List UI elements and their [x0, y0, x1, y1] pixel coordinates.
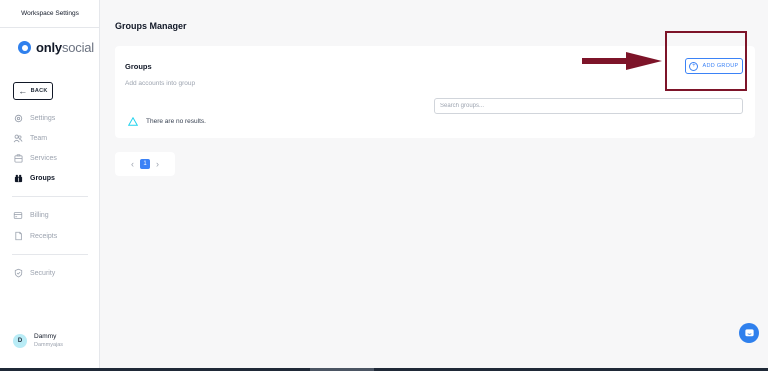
annotation-highlight-box — [665, 31, 747, 91]
back-button[interactable]: ← BACK — [13, 82, 53, 100]
services-icon — [13, 153, 23, 163]
next-page-button[interactable]: › — [156, 159, 159, 169]
sidebar: Workspace Settings onlysocial ← BACK Set… — [0, 0, 100, 371]
avatar: D — [13, 334, 27, 348]
groups-icon — [13, 173, 23, 183]
receipt-icon — [13, 231, 23, 241]
sidebar-item-settings[interactable]: Settings — [13, 111, 55, 125]
billing-icon — [13, 210, 23, 220]
card-title: Groups — [125, 62, 152, 71]
sidebar-item-label: Receipts — [30, 232, 58, 240]
sidebar-divider — [12, 254, 88, 255]
sidebar-item-billing[interactable]: Billing — [13, 208, 49, 222]
annotation-arrow-icon — [582, 52, 662, 70]
search-groups-input[interactable] — [434, 98, 743, 114]
chat-support-button[interactable] — [739, 323, 759, 343]
pagination: ‹ 1 › — [115, 152, 175, 176]
sidebar-item-label: Services — [30, 154, 57, 162]
workspace-settings-title: Workspace Settings — [0, 0, 100, 28]
logo-text-strong: only — [36, 40, 62, 55]
prev-page-button[interactable]: ‹ — [131, 159, 134, 169]
sidebar-item-team[interactable]: Team — [13, 131, 47, 145]
user-name: Dammy — [34, 333, 57, 340]
chat-bubble-icon — [744, 328, 754, 336]
empty-state-text: There are no results. — [146, 118, 206, 125]
sidebar-item-label: Groups — [30, 174, 55, 182]
page-title: Groups Manager — [115, 21, 187, 31]
sidebar-item-label: Settings — [30, 114, 56, 122]
sidebar-item-label: Security — [30, 269, 56, 277]
logo-text-light: social — [61, 40, 94, 55]
sidebar-item-label: Team — [30, 134, 48, 142]
sidebar-item-security[interactable]: Security — [13, 266, 55, 280]
back-label: BACK — [30, 88, 48, 94]
user-profile[interactable]: D Dammy Dammyajas — [13, 333, 63, 349]
empty-state: There are no results. — [128, 117, 206, 126]
users-icon — [13, 133, 23, 143]
sidebar-item-groups[interactable]: Groups — [13, 171, 55, 185]
gear-icon — [13, 113, 23, 123]
current-page-button[interactable]: 1 — [140, 159, 150, 169]
card-subtitle: Add accounts into group — [125, 80, 196, 87]
onlysocial-logo[interactable]: onlysocial — [18, 40, 94, 55]
shield-icon — [13, 268, 23, 278]
user-handle: Dammyajas — [34, 342, 64, 348]
sidebar-item-label: Billing — [30, 211, 49, 219]
arrow-left-icon: ← — [18, 85, 28, 96]
alert-triangle-icon — [128, 117, 138, 126]
logo-mark-icon — [18, 41, 31, 54]
sidebar-divider — [12, 196, 88, 197]
sidebar-item-services[interactable]: Services — [13, 151, 57, 165]
sidebar-item-receipts[interactable]: Receipts — [13, 229, 57, 243]
